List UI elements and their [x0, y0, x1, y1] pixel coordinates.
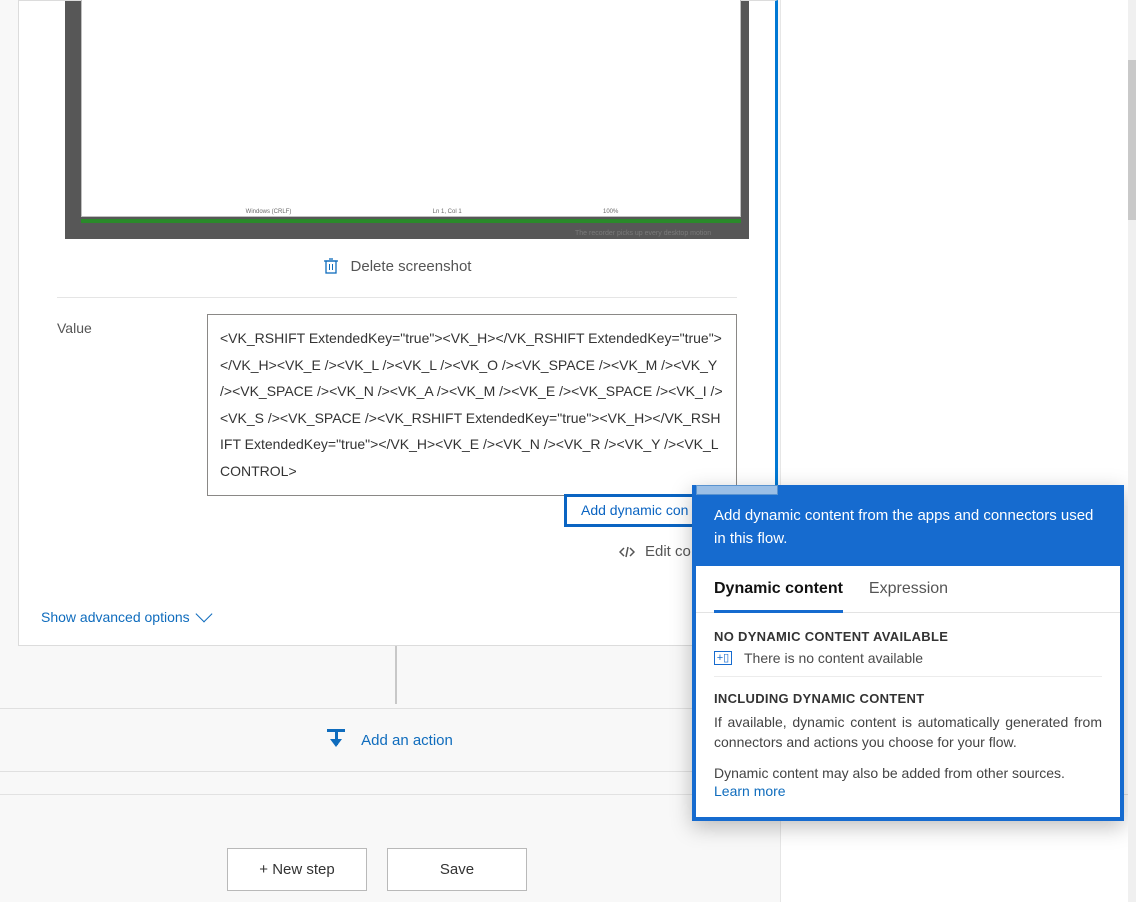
no-dynamic-content-title: NO DYNAMIC CONTENT AVAILABLE	[714, 629, 1102, 644]
screenshot-caption: The recorder picks up every desktop moti…	[575, 230, 711, 237]
edit-code-label: Edit co	[645, 543, 691, 560]
add-dynamic-content-button[interactable]: Add dynamic con	[564, 494, 705, 527]
screenshot-status-b: Ln 1, Col 1	[433, 209, 462, 215]
including-dynamic-text: If available, dynamic content is automat…	[714, 712, 1102, 753]
chevron-down-icon	[195, 606, 212, 623]
value-textarea[interactable]: <VK_RSHIFT ExtendedKey="true"><VK_H></VK…	[207, 314, 737, 496]
show-advanced-options[interactable]: Show advanced options	[41, 609, 210, 625]
show-advanced-label: Show advanced options	[41, 609, 190, 625]
add-content-icon[interactable]: +▯	[714, 651, 732, 665]
edit-code-button[interactable]: Edit co	[619, 543, 691, 560]
action-card: Windows (CRLF) Ln 1, Col 1 100% The reco…	[18, 0, 778, 646]
value-label: Value	[57, 314, 187, 496]
including-dynamic-title: INCLUDING DYNAMIC CONTENT	[714, 691, 1102, 706]
save-button[interactable]: Save	[387, 848, 527, 891]
add-action-icon	[325, 729, 347, 751]
dynamic-content-popup: Add dynamic content from the apps and co…	[692, 485, 1124, 821]
flow-connector-line	[395, 646, 397, 704]
other-sources-text: Dynamic content may also be added from o…	[714, 765, 1102, 781]
popup-header: Add dynamic content from the apps and co…	[696, 489, 1120, 566]
screenshot-preview: Windows (CRLF) Ln 1, Col 1 100% The reco…	[65, 1, 749, 239]
popup-tabs: Dynamic content Expression	[696, 566, 1120, 613]
bottom-button-row: + New step Save	[227, 848, 527, 891]
tab-dynamic-content[interactable]: Dynamic content	[714, 580, 843, 613]
edit-code-icon	[619, 545, 635, 559]
new-step-button[interactable]: + New step	[227, 848, 367, 891]
add-action-button[interactable]: Add an action	[0, 708, 778, 772]
tab-expression[interactable]: Expression	[869, 580, 948, 612]
screenshot-status-a: Windows (CRLF)	[246, 209, 292, 215]
screenshot-status-c: 100%	[603, 209, 618, 215]
delete-screenshot-label: Delete screenshot	[351, 258, 472, 275]
add-action-label: Add an action	[361, 732, 453, 749]
delete-screenshot-button[interactable]: Delete screenshot	[37, 239, 757, 291]
popup-handle[interactable]	[696, 485, 778, 495]
learn-more-link[interactable]: Learn more	[714, 783, 1102, 799]
popup-header-text: Add dynamic content from the apps and co…	[714, 507, 1093, 547]
trash-icon	[323, 257, 339, 275]
no-dynamic-content-text: There is no content available	[744, 650, 923, 666]
scrollbar-thumb[interactable]	[1128, 60, 1136, 220]
vertical-scrollbar[interactable]	[1128, 0, 1136, 902]
